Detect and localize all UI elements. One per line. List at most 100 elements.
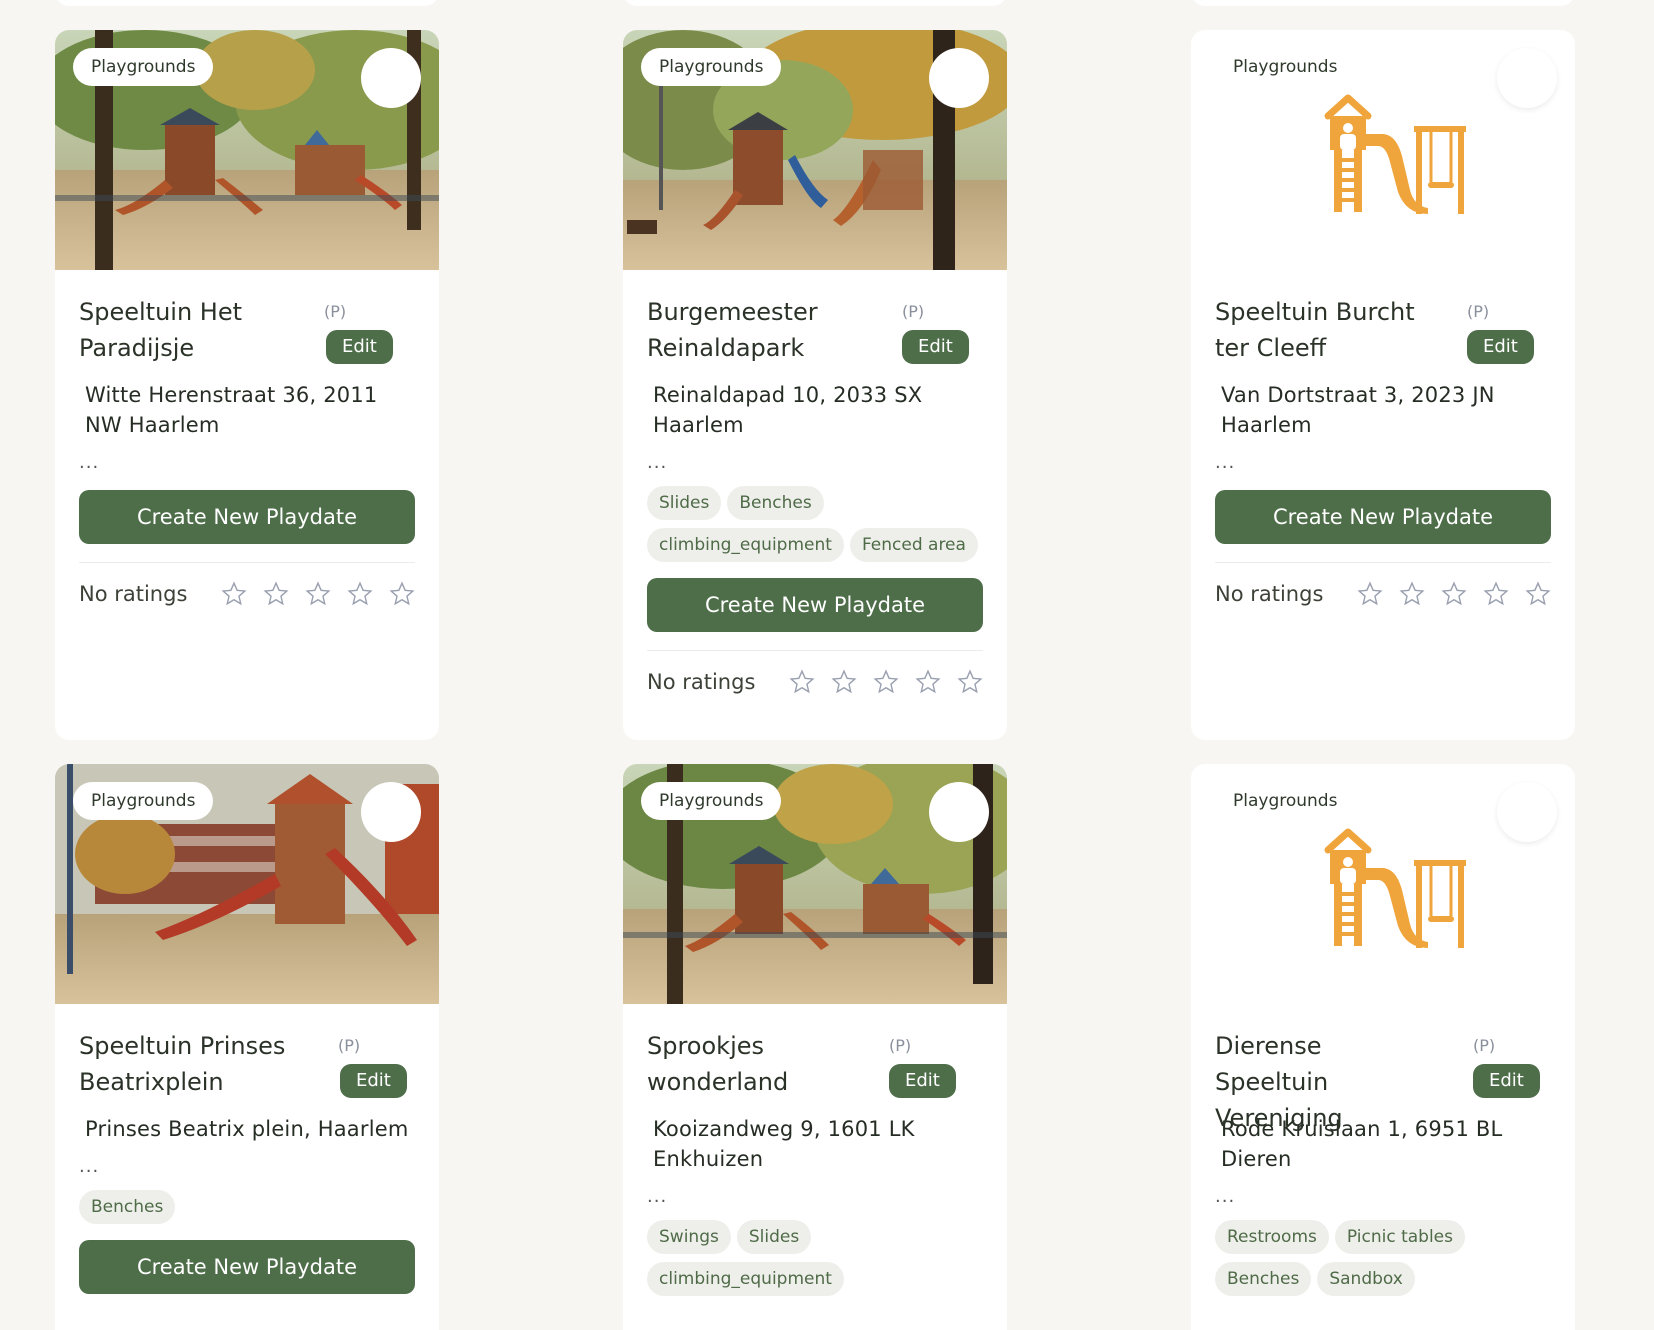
place-card[interactable]: Playgrounds Sprookjes wonderland (P) Edi… <box>623 764 1007 1330</box>
place-card[interactable]: Playgrounds Speeltuin Burcht ter Cleeff … <box>1191 30 1575 740</box>
place-title[interactable]: Sprookjes wonderland <box>647 1028 872 1100</box>
star-icon[interactable] <box>1357 581 1383 607</box>
rating-label: No ratings <box>647 670 756 694</box>
card-body: Speeltuin Het Paradijsje (P) Edit Witte … <box>55 270 439 633</box>
star-icon[interactable] <box>305 581 331 607</box>
star-icon[interactable] <box>1441 581 1467 607</box>
edit-button[interactable]: Edit <box>326 330 393 364</box>
card-body: Speeltuin Burcht ter Cleeff (P) Edit Van… <box>1191 270 1575 633</box>
place-card[interactable]: Playgrounds Speeltuin Prinses Beatrixple… <box>55 764 439 1330</box>
amenity-tag: Benches <box>727 486 824 520</box>
divider <box>79 562 415 563</box>
edit-button[interactable]: Edit <box>902 330 969 364</box>
card-body: Sprookjes wonderland (P) Edit Kooizandwe… <box>623 1004 1007 1320</box>
category-badge: Playgrounds <box>641 48 782 86</box>
star-icon[interactable] <box>221 581 247 607</box>
card-body: Speeltuin Prinses Beatrixplein (P) Edit … <box>55 1004 439 1318</box>
amenity-tags: Restrooms Picnic tables Benches Sandbox <box>1215 1220 1551 1296</box>
private-marker: (P) <box>1473 1036 1496 1055</box>
favorite-button[interactable] <box>361 782 421 842</box>
card-image: Playgrounds <box>1191 764 1575 1004</box>
edit-button[interactable]: Edit <box>340 1064 407 1098</box>
amenity-tags: Slides Benches climbing_equipment Fenced… <box>647 486 983 562</box>
place-card[interactable]: Playgrounds Speeltuin Het Paradijsje (P)… <box>55 30 439 740</box>
rating-label: No ratings <box>1215 582 1324 606</box>
edit-button[interactable]: Edit <box>889 1064 956 1098</box>
amenity-tag: Fenced area <box>849 528 978 562</box>
create-playdate-button[interactable]: Create New Playdate <box>79 490 415 544</box>
star-icon[interactable] <box>831 669 857 695</box>
edit-button[interactable]: Edit <box>1473 1064 1540 1098</box>
place-card[interactable]: Playgrounds Dierense Speeltuin Verenigin… <box>1191 764 1575 1330</box>
place-title[interactable]: Dierense Speeltuin Vereniging <box>1215 1028 1440 1136</box>
category-badge: Playgrounds <box>1215 48 1356 86</box>
star-icon[interactable] <box>957 669 983 695</box>
favorite-button[interactable] <box>929 48 989 108</box>
category-badge: Playgrounds <box>641 782 782 820</box>
place-address: Prinses Beatrix plein, Haarlem <box>85 1117 409 1141</box>
category-badge: Playgrounds <box>73 48 214 86</box>
create-playdate-button[interactable]: Create New Playdate <box>1215 490 1551 544</box>
private-marker: (P) <box>1467 302 1490 321</box>
star-icon[interactable] <box>789 669 815 695</box>
place-card[interactable]: Playgrounds Burgemeester Reinaldapark (P… <box>623 30 1007 740</box>
place-title[interactable]: Burgemeester Reinaldapark <box>647 294 872 366</box>
amenity-tag: Restrooms <box>1215 1220 1329 1254</box>
star-icon[interactable] <box>1483 581 1509 607</box>
description-ellipsis: ... <box>647 1186 668 1207</box>
amenity-tag: Benches <box>1215 1262 1312 1296</box>
card-image: Playgrounds <box>623 764 1007 1004</box>
place-title[interactable]: Speeltuin Prinses Beatrixplein <box>79 1028 304 1100</box>
edit-button[interactable]: Edit <box>1467 330 1534 364</box>
description-ellipsis: ... <box>79 1156 100 1177</box>
description-ellipsis: ... <box>79 452 100 473</box>
star-icon[interactable] <box>1399 581 1425 607</box>
amenity-tag: Swings <box>647 1220 731 1254</box>
category-badge: Playgrounds <box>1215 782 1356 820</box>
amenity-tag: climbing_equipment <box>647 528 844 562</box>
favorite-button[interactable] <box>1497 48 1557 108</box>
star-rating[interactable] <box>789 669 983 695</box>
description-ellipsis: ... <box>647 452 668 473</box>
place-address: Witte Herenstraat 36, 2011 NW Haarlem <box>85 383 378 437</box>
amenity-tag: Slides <box>736 1220 812 1254</box>
star-icon[interactable] <box>873 669 899 695</box>
star-icon[interactable] <box>347 581 373 607</box>
private-marker: (P) <box>324 302 347 321</box>
amenity-tags: Benches <box>79 1190 415 1224</box>
card-body: Dierense Speeltuin Vereniging (P) Edit R… <box>1191 1004 1575 1320</box>
amenity-tag: Picnic tables <box>1334 1220 1465 1254</box>
description-ellipsis: ... <box>1215 1186 1236 1207</box>
favorite-button[interactable] <box>929 782 989 842</box>
rating-row: No ratings <box>79 579 415 609</box>
rating-row: No ratings <box>647 667 983 697</box>
card-image: Playgrounds <box>623 30 1007 270</box>
amenity-tags: Swings Slides climbing_equipment <box>647 1220 983 1296</box>
place-address: Van Dortstraat 3, 2023 JN Haarlem <box>1221 383 1495 437</box>
star-rating[interactable] <box>1357 581 1551 607</box>
playground-illustration-icon <box>1191 820 1575 990</box>
favorite-button[interactable] <box>361 48 421 108</box>
amenity-tag: Slides <box>647 486 722 520</box>
amenity-tag: climbing_equipment <box>647 1262 844 1296</box>
favorite-button[interactable] <box>1497 782 1557 842</box>
place-title[interactable]: Speeltuin Burcht ter Cleeff <box>1215 294 1440 366</box>
card-image: Playgrounds <box>1191 30 1575 270</box>
card-body: Burgemeester Reinaldapark (P) Edit Reina… <box>623 270 1007 721</box>
previous-card <box>623 0 1007 6</box>
amenity-tag: Sandbox <box>1317 1262 1415 1296</box>
star-icon[interactable] <box>263 581 289 607</box>
create-playdate-button[interactable]: Create New Playdate <box>79 1240 415 1294</box>
rating-row: No ratings <box>1215 579 1551 609</box>
previous-card <box>55 0 439 6</box>
star-rating[interactable] <box>221 581 415 607</box>
star-icon[interactable] <box>389 581 415 607</box>
description-ellipsis: ... <box>1215 452 1236 473</box>
divider <box>1215 562 1551 563</box>
amenity-tag: Benches <box>79 1190 176 1224</box>
star-icon[interactable] <box>915 669 941 695</box>
place-address: Kooizandweg 9, 1601 LK Enkhuizen <box>653 1117 915 1171</box>
star-icon[interactable] <box>1525 581 1551 607</box>
place-title[interactable]: Speeltuin Het Paradijsje <box>79 294 304 366</box>
create-playdate-button[interactable]: Create New Playdate <box>647 578 983 632</box>
